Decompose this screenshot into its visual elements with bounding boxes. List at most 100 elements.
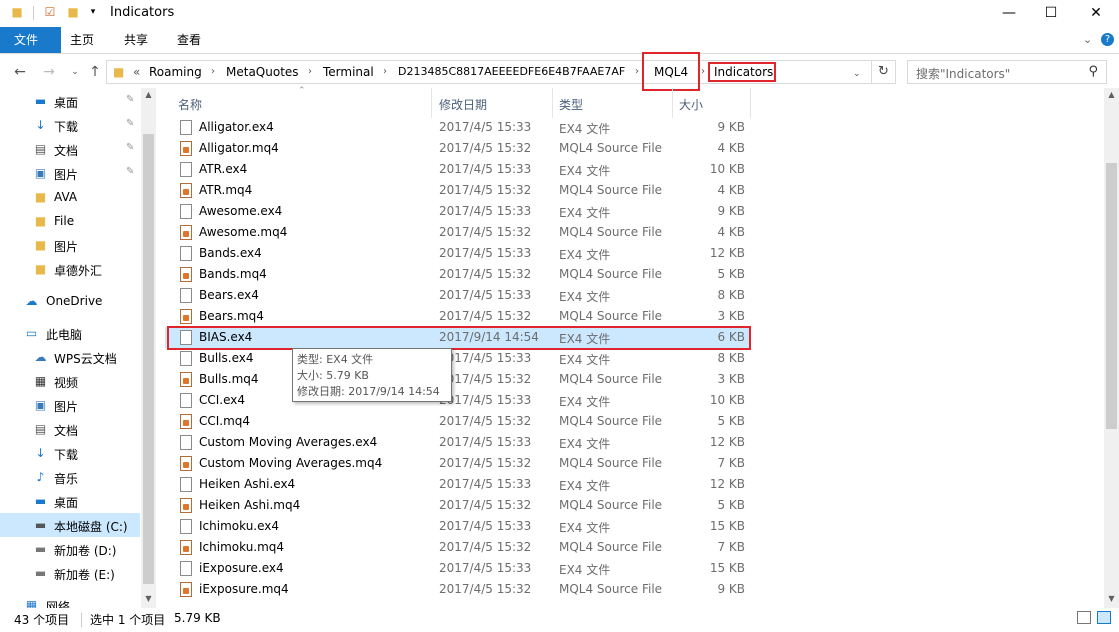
details-view-icon[interactable] <box>1077 611 1091 624</box>
tab-view[interactable]: 查看 <box>163 27 215 53</box>
column-type[interactable]: 类型 <box>559 96 583 113</box>
file-tooltip: 类型: EX4 文件 大小: 5.79 KB 修改日期: 2017/9/14 1… <box>292 348 452 402</box>
file-row[interactable]: CCI.mq4 2017/4/5 15:32 MQL4 Source File 5 K… <box>165 411 750 432</box>
list-scrollbar[interactable]: ▲ ▼ <box>1104 88 1119 608</box>
quick-access-item[interactable]: ▣ 图片 ✎ <box>0 161 140 185</box>
breadcrumb-terminal[interactable]: Terminal <box>323 64 374 80</box>
scroll-thumb[interactable] <box>143 134 154 584</box>
file-date: 2017/4/5 15:33 <box>439 162 532 176</box>
this-pc-item[interactable]: ▤ 文档 <box>0 417 140 441</box>
new-folder-icon[interactable]: ■ <box>66 5 80 19</box>
file-row[interactable]: Awesome.mq4 2017/4/5 15:32 MQL4 Source Fil… <box>165 222 750 243</box>
file-row[interactable]: Bears.mq4 2017/4/5 15:32 MQL4 Source File 3… <box>165 306 750 327</box>
address-dropdown-chevron-icon[interactable]: ⌄ <box>853 66 861 82</box>
quick-access-item[interactable]: ↓ 下载 ✎ <box>0 113 140 137</box>
maximize-button[interactable]: ☐ <box>1028 0 1074 27</box>
this-pc-item[interactable]: ☁ WPS云文档 <box>0 345 140 369</box>
chevron-right-icon[interactable]: › <box>635 64 639 80</box>
nav-onedrive[interactable]: ☁ OneDrive <box>0 289 140 313</box>
breadcrumb-metaquotes[interactable]: MetaQuotes <box>226 64 299 80</box>
file-type: EX4 文件 <box>559 395 611 409</box>
chevron-right-icon[interactable]: › <box>383 64 387 80</box>
file-row[interactable]: Custom Moving Averages.ex4 2017/4/5 15:33… <box>165 432 750 453</box>
file-row[interactable]: Bears.ex4 2017/4/5 15:33 EX4 文件 8 KB <box>165 285 750 306</box>
file-row[interactable]: Alligator.mq4 2017/4/5 15:32 MQL4 Source F… <box>165 138 750 159</box>
this-pc-item[interactable]: ▦ 视频 <box>0 369 140 393</box>
search-icon[interactable]: ⚲ <box>1088 64 1098 79</box>
close-button[interactable]: ✕ <box>1073 0 1119 27</box>
this-pc-item[interactable]: ↓ 下载 <box>0 441 140 465</box>
quick-access-item[interactable]: ■ 卓德外汇 <box>0 257 140 281</box>
file-row[interactable]: ATR.ex4 2017/4/5 15:33 EX4 文件 10 KB <box>165 159 750 180</box>
expand-ribbon-icon[interactable]: ⌄ <box>1083 33 1092 46</box>
file-row[interactable]: Bulls.ex4 2017/4/5 15:33 EX4 文件 8 KB <box>165 348 750 369</box>
nav-scrollbar[interactable]: ▲ ▼ <box>141 88 156 608</box>
up-arrow-icon[interactable]: ↑ <box>86 63 104 81</box>
breadcrumb-terminal-id[interactable]: D213485C8817AEEEEDFE6E4B7FAAE7AF <box>398 64 625 80</box>
file-row[interactable]: ATR.mq4 2017/4/5 15:32 MQL4 Source File 4 K… <box>165 180 750 201</box>
chevron-right-icon[interactable]: › <box>211 64 215 80</box>
help-icon[interactable]: ? <box>1101 33 1114 46</box>
quick-access-item[interactable]: ■ 图片 <box>0 233 140 257</box>
file-row[interactable]: Ichimoku.ex4 2017/4/5 15:33 EX4 文件 15 KB <box>165 516 750 537</box>
this-pc-item[interactable]: ▬ 新加卷 (E:) <box>0 561 140 585</box>
column-divider[interactable] <box>672 88 673 118</box>
scroll-thumb[interactable] <box>1106 163 1117 429</box>
scroll-down-icon[interactable]: ▼ <box>141 594 156 603</box>
quick-access-item[interactable]: ■ AVA <box>0 185 140 209</box>
file-icon <box>180 435 192 450</box>
file-row[interactable]: Bulls.mq4 2017/4/5 15:32 MQL4 Source File 3… <box>165 369 750 390</box>
recent-chevron-icon[interactable]: ⌄ <box>66 63 84 81</box>
chevron-down-icon[interactable]: ▾ <box>86 5 100 19</box>
this-pc-item[interactable]: ▣ 图片 <box>0 393 140 417</box>
this-pc-item[interactable]: ♪ 音乐 <box>0 465 140 489</box>
tab-share[interactable]: 共享 <box>110 27 162 53</box>
file-row[interactable]: iExposure.mq4 2017/4/5 15:32 MQL4 Source F… <box>165 579 750 600</box>
scroll-down-icon[interactable]: ▼ <box>1104 594 1119 603</box>
tab-file[interactable]: 文件 <box>0 27 61 53</box>
this-pc-item[interactable]: ▬ 本地磁盘 (C:) <box>0 513 140 537</box>
file-row[interactable]: Ichimoku.mq4 2017/4/5 15:32 MQL4 Source Fi… <box>165 537 750 558</box>
chevron-right-icon[interactable]: › <box>701 64 705 80</box>
this-pc-item[interactable]: ▬ 桌面 <box>0 489 140 513</box>
search-box[interactable]: 搜索"Indicators" ⚲ <box>907 60 1107 84</box>
this-pc-item[interactable]: ▬ 新加卷 (D:) <box>0 537 140 561</box>
minimize-button[interactable]: — <box>986 0 1032 27</box>
breadcrumb-roaming[interactable]: Roaming <box>149 64 202 80</box>
quick-access-item[interactable]: ■ File <box>0 209 140 233</box>
quick-access-item[interactable]: ▬ 桌面 ✎ <box>0 89 140 113</box>
file-icon <box>180 204 192 219</box>
column-divider[interactable] <box>431 88 432 118</box>
status-bar: 43 个项目 选中 1 个项目 5.79 KB <box>0 608 1119 632</box>
tab-home[interactable]: 主页 <box>56 27 108 53</box>
file-size: 15 KB <box>709 519 745 533</box>
column-name[interactable]: 名称 <box>178 96 202 113</box>
highlight-box-bias <box>167 326 751 350</box>
nav-item-label: WPS云文档 <box>54 352 117 366</box>
breadcrumb-overflow[interactable]: « <box>133 64 140 80</box>
file-row[interactable]: Awesome.ex4 2017/4/5 15:33 EX4 文件 9 KB <box>165 201 750 222</box>
forward-arrow-icon[interactable]: → <box>40 63 58 81</box>
refresh-icon[interactable]: ↻ <box>872 60 896 84</box>
file-date: 2017/4/5 15:33 <box>439 561 532 575</box>
large-icons-view-icon[interactable] <box>1097 611 1111 624</box>
file-row[interactable]: Heiken Ashi.mq4 2017/4/5 15:32 MQL4 Source… <box>165 495 750 516</box>
scroll-up-icon[interactable]: ▲ <box>1104 90 1119 99</box>
properties-check-icon[interactable]: ☑ <box>43 5 57 19</box>
file-row[interactable]: Bands.ex4 2017/4/5 15:33 EX4 文件 12 KB <box>165 243 750 264</box>
file-row[interactable]: Heiken Ashi.ex4 2017/4/5 15:33 EX4 文件 12 KB <box>165 474 750 495</box>
quick-access-item[interactable]: ▤ 文档 ✎ <box>0 137 140 161</box>
column-date[interactable]: 修改日期 <box>439 96 487 113</box>
file-row[interactable]: Custom Moving Averages.mq4 2017/4/5 15:32… <box>165 453 750 474</box>
back-arrow-icon[interactable]: ← <box>11 63 29 81</box>
file-row[interactable]: Alligator.ex4 2017/4/5 15:33 EX4 文件 9 KB <box>165 117 750 138</box>
file-row[interactable]: iExposure.ex4 2017/4/5 15:33 EX4 文件 15 KB <box>165 558 750 579</box>
column-divider[interactable] <box>552 88 553 118</box>
file-row[interactable]: CCI.ex4 2017/4/5 15:33 EX4 文件 10 KB <box>165 390 750 411</box>
nav-this-pc[interactable]: ▭ 此电脑 <box>0 321 140 345</box>
scroll-up-icon[interactable]: ▲ <box>141 90 156 99</box>
column-size[interactable]: 大小 <box>679 96 703 113</box>
file-row[interactable]: Bands.mq4 2017/4/5 15:32 MQL4 Source File 5… <box>165 264 750 285</box>
column-divider[interactable] <box>750 88 751 118</box>
chevron-right-icon[interactable]: › <box>308 64 312 80</box>
